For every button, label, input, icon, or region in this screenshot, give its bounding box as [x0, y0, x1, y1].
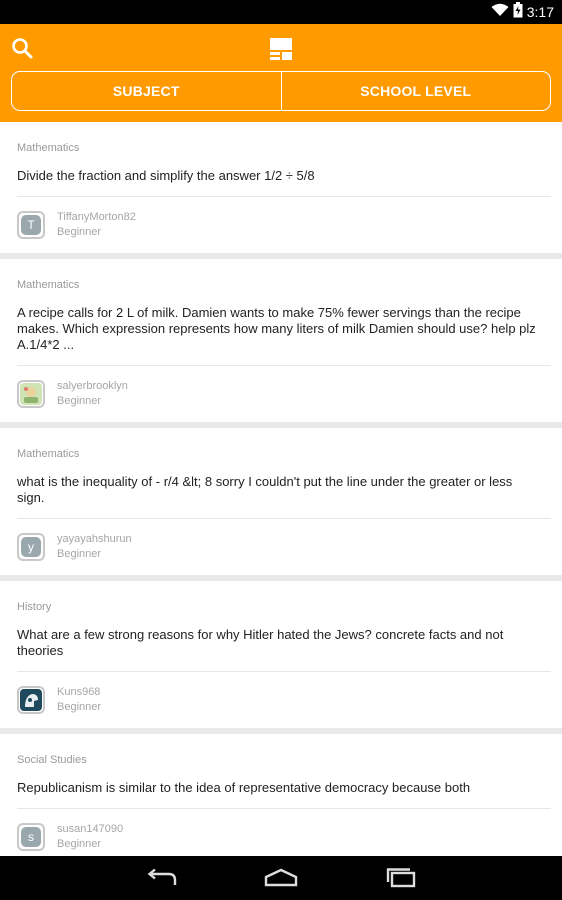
question-card[interactable]: Mathematics what is the inequality of - …: [0, 428, 562, 575]
question-text: A recipe calls for 2 L of milk. Damien w…: [17, 305, 536, 352]
question-card[interactable]: Mathematics A recipe calls for 2 L of mi…: [0, 259, 562, 422]
author-name[interactable]: salyerbrooklyn: [57, 379, 128, 394]
question-subject: Social Studies: [17, 754, 87, 766]
search-icon[interactable]: [10, 36, 36, 62]
avatar[interactable]: [17, 380, 45, 408]
question-subject: Mathematics: [17, 142, 80, 154]
status-icons: 3:17: [491, 1, 554, 23]
author-meta: Kuns968 Beginner: [57, 685, 101, 715]
avatar-letter: s: [21, 827, 41, 847]
filter-tabs: SUBJECT SCHOOL LEVEL: [11, 71, 551, 111]
avatar[interactable]: s: [17, 823, 45, 851]
home-icon[interactable]: [261, 864, 301, 892]
subject-filter-button[interactable]: SUBJECT: [12, 72, 281, 110]
author-level: Beginner: [57, 548, 102, 560]
app-logo-icon: [268, 36, 294, 62]
author-name[interactable]: Kuns968: [57, 685, 101, 700]
question-feed[interactable]: Mathematics Divide the fraction and simp…: [0, 122, 562, 856]
author-name[interactable]: susan147090: [57, 822, 123, 837]
question-subject: Mathematics: [17, 448, 80, 460]
author-name[interactable]: TiffanyMorton82: [57, 210, 136, 225]
avatar[interactable]: T: [17, 211, 45, 239]
status-bar: 3:17: [0, 0, 562, 24]
author-meta: TiffanyMorton82 Beginner: [57, 210, 136, 240]
author-meta: salyerbrooklyn Beginner: [57, 379, 128, 409]
question-subject: History: [17, 601, 52, 613]
question-subject: Mathematics: [17, 279, 80, 291]
system-nav-bar: [0, 856, 562, 900]
wifi-icon: [491, 3, 509, 22]
question-text: what is the inequality of - r/4 &lt; 8 s…: [17, 474, 513, 505]
avatar-image-icon: [20, 689, 42, 711]
author-level: Beginner: [57, 395, 102, 407]
question-author[interactable]: s susan147090 Beginner: [17, 809, 551, 856]
avatar-letter: T: [21, 215, 41, 235]
question-author[interactable]: salyerbrooklyn Beginner: [17, 366, 551, 422]
author-level: Beginner: [57, 838, 102, 850]
author-level: Beginner: [57, 226, 102, 238]
author-level: Beginner: [57, 701, 102, 713]
author-meta: yayayahshurun Beginner: [57, 532, 132, 562]
question-card[interactable]: History What are a few strong reasons fo…: [0, 581, 562, 728]
question-text: Republicanism is similar to the idea of …: [17, 780, 471, 795]
avatar[interactable]: y: [17, 533, 45, 561]
avatar-letter: y: [21, 537, 41, 557]
question-author[interactable]: y yayayahshurun Beginner: [17, 519, 551, 575]
app-header: SUBJECT SCHOOL LEVEL: [0, 24, 562, 122]
question-author[interactable]: Kuns968 Beginner: [17, 672, 551, 728]
question-card[interactable]: Social Studies Republicanism is similar …: [0, 734, 562, 856]
school-level-filter-button[interactable]: SCHOOL LEVEL: [280, 72, 551, 110]
author-name[interactable]: yayayahshurun: [57, 532, 132, 547]
question-author[interactable]: T TiffanyMorton82 Beginner: [17, 197, 551, 253]
question-card[interactable]: Mathematics Divide the fraction and simp…: [0, 122, 562, 253]
avatar-image-icon: [20, 383, 42, 405]
back-icon[interactable]: [142, 864, 182, 892]
question-text: What are a few strong reasons for why Hi…: [17, 627, 504, 658]
author-meta: susan147090 Beginner: [57, 822, 123, 852]
status-time: 3:17: [526, 4, 554, 20]
avatar[interactable]: [17, 686, 45, 714]
question-text: Divide the fraction and simplify the ans…: [17, 168, 315, 183]
recents-icon[interactable]: [381, 864, 421, 892]
battery-icon: [513, 1, 523, 23]
